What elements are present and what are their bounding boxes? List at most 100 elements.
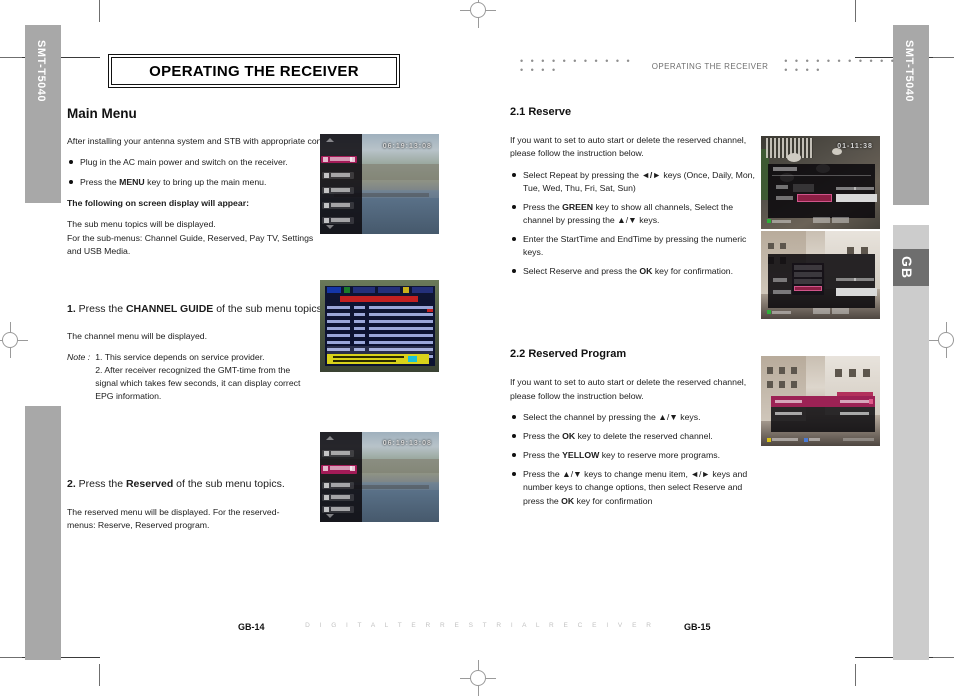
bullet-text-tail: key for confirmation. xyxy=(652,266,734,277)
dialog-title xyxy=(773,167,798,172)
list-item: Enter the StartTime and EndTime by press… xyxy=(510,233,760,259)
end-time-label xyxy=(853,277,874,281)
yellow-key-icon xyxy=(402,287,409,294)
cancel-button[interactable] xyxy=(832,217,850,224)
running-head-dots-left: • • • • • • • • • • • • • • • xyxy=(520,56,633,75)
screenshot-channel-guide xyxy=(320,280,439,372)
intro-line-2: please follow the instruction below. xyxy=(510,148,644,159)
gear-icon xyxy=(324,495,330,500)
crop-mark xyxy=(855,664,856,686)
registration-mark-top-icon xyxy=(460,0,496,28)
table-row xyxy=(326,319,434,324)
epg-info-bar xyxy=(326,346,434,355)
osd-clock: 01-11:38 xyxy=(837,143,873,151)
reserved-program-panel xyxy=(770,395,876,432)
epg-logo-icon xyxy=(326,287,341,294)
channel-no-field[interactable] xyxy=(797,194,833,203)
bullet-text: Select the channel by pressing the ▲/▼ k… xyxy=(523,412,701,423)
page-number-left: GB-14 xyxy=(238,622,265,632)
list-item: Select Reserve and press the OK key for … xyxy=(510,265,760,278)
section-2-2-intro: If you want to set to auto start or dele… xyxy=(510,376,760,403)
epg-tab-subchannel xyxy=(411,287,434,294)
model-tab-left-label: SMT-T5040 xyxy=(35,40,47,102)
all-channels-label xyxy=(771,310,791,314)
key-name: OK xyxy=(562,431,576,442)
cancel-button[interactable] xyxy=(832,307,850,314)
reserve-button[interactable] xyxy=(813,217,831,224)
step-2-body-line-2: menus: Reserve, Reserved program. xyxy=(67,520,210,531)
more-programs-label xyxy=(771,438,798,442)
osd-menu-panel xyxy=(320,432,362,522)
start-time-label xyxy=(835,186,856,190)
osd-menu-panel xyxy=(320,134,362,234)
epg-screen xyxy=(320,280,439,372)
crop-mark xyxy=(855,0,856,22)
repeat-field[interactable] xyxy=(792,183,815,192)
epg-tab-director xyxy=(377,287,400,294)
screenshot-reserve-dialog: 01-11:38 xyxy=(761,136,880,229)
start-time-mm[interactable] xyxy=(845,287,857,296)
bullet-text: Press the xyxy=(523,450,563,461)
note-items: 1. This service depends on service provi… xyxy=(93,351,300,403)
step-1-post: of the sub menu topics. xyxy=(213,302,325,315)
step-2-key: Reserved xyxy=(125,478,174,491)
scroll-down-arrow-icon xyxy=(325,225,334,229)
reserve-dialog-panel xyxy=(768,253,877,309)
note-item: 1. This service depends on service provi… xyxy=(95,352,265,363)
bullet-text-tail: key for confirmation xyxy=(574,495,653,506)
language-tab-label: GB xyxy=(899,256,915,279)
scroll-up-arrow-icon xyxy=(325,435,334,440)
osd-clock: 06:19:13:08 xyxy=(382,440,432,448)
bullet-text: Press the xyxy=(523,202,563,213)
step-1-pre: Press the xyxy=(75,302,126,315)
channel-guide-icon xyxy=(323,157,329,162)
list-item: Select Repeat by pressing the ◄/► keys (… xyxy=(510,169,760,195)
list-item[interactable] xyxy=(793,265,822,271)
menu-item-reserved xyxy=(321,465,358,474)
note-item: EPG information. xyxy=(95,391,162,402)
list-item[interactable] xyxy=(793,279,822,285)
bullet-text-tail: key to reserve more programs. xyxy=(599,450,720,461)
footer-hint xyxy=(843,438,875,442)
start-time-label xyxy=(835,277,856,281)
menu-item-usb-media xyxy=(322,217,355,224)
bullet-text: Enter the StartTime and EndTime by press… xyxy=(523,234,747,258)
note-item: 2. After receiver recognized the GMT-tim… xyxy=(95,365,291,376)
list-item-selected[interactable] xyxy=(793,286,822,292)
channel-dropdown-list[interactable] xyxy=(791,263,824,296)
page-number-right: GB-15 xyxy=(684,622,711,632)
key-name: GREEN xyxy=(562,202,594,213)
list-item[interactable] xyxy=(793,272,822,278)
table-row[interactable] xyxy=(771,408,876,419)
footer-brand: D I G I T A L T E R R E S T R I A L R E … xyxy=(305,622,655,629)
crop-mark xyxy=(932,57,954,58)
chapter-title-box: OPERATING THE RECEIVER xyxy=(108,54,400,88)
note-item: signal which takes few seconds, it can d… xyxy=(95,378,301,389)
reserve-button[interactable] xyxy=(813,307,831,314)
end-time-mm[interactable] xyxy=(865,194,877,203)
menu-item-settings xyxy=(322,494,355,501)
menu-item-pay-tv xyxy=(322,482,355,489)
registration-mark-bottom-icon xyxy=(460,660,496,696)
gear-icon xyxy=(324,203,330,208)
epg-program-rows xyxy=(326,305,434,358)
reserved-icon xyxy=(323,466,329,471)
screenshot-reserve-channel-list xyxy=(761,231,880,319)
start-time-mm[interactable] xyxy=(845,194,857,203)
repeat-label xyxy=(773,277,788,282)
intro-line-1: If you want to set to auto start or dele… xyxy=(510,377,747,388)
table-row-selected[interactable] xyxy=(770,395,876,407)
crop-mark xyxy=(99,664,100,686)
bullet-text: Plug in the AC main power and switch on … xyxy=(80,157,288,168)
bullet-text: Press the xyxy=(80,176,120,187)
reserved-program-footer xyxy=(761,437,880,443)
list-item: Press the OK key to delete the reserved … xyxy=(510,430,760,443)
screenshot-reserved-program xyxy=(761,356,880,446)
screenshot-main-menu: 06:19:13:08 xyxy=(320,134,439,234)
epg-tab-data-tv xyxy=(352,287,375,294)
table-row xyxy=(326,340,434,345)
yellow-key-icon xyxy=(766,438,771,443)
chevron-right-icon xyxy=(350,466,356,471)
end-time-mm[interactable] xyxy=(865,287,877,296)
repeat-label xyxy=(775,185,789,190)
